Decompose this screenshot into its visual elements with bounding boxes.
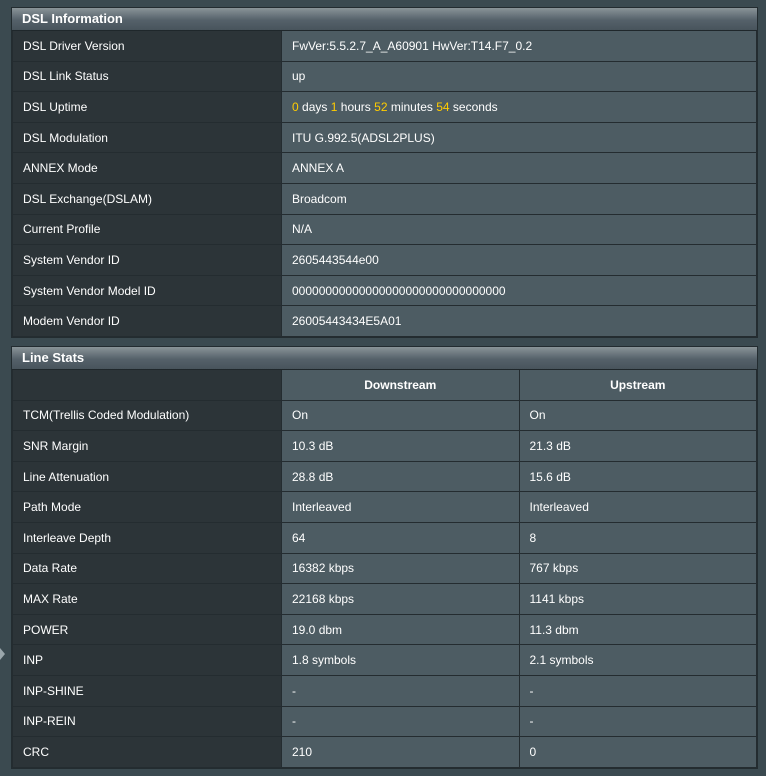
stat-downstream-value: On xyxy=(281,399,520,432)
table-row: MAX Rate 22168 kbps 1141 kbps xyxy=(12,583,757,615)
stat-upstream-value: 767 kbps xyxy=(518,552,757,585)
upstream-column-header: Upstream xyxy=(518,370,757,401)
downstream-column-header: Downstream xyxy=(281,370,520,401)
uptime-label: DSL Uptime xyxy=(12,91,282,123)
table-row: DSL Driver Version FwVer:5.5.2.7_A_A6090… xyxy=(12,31,757,62)
table-row: CRC 210 0 xyxy=(12,736,757,768)
stat-downstream-value: 28.8 dB xyxy=(281,460,520,493)
stat-label: INP-REIN xyxy=(12,705,282,738)
stat-downstream-value: - xyxy=(281,674,520,707)
modem-vendor-id-label: Modem Vendor ID xyxy=(12,305,282,337)
stat-upstream-value: 2.1 symbols xyxy=(518,644,757,676)
table-row: INP-REIN - - xyxy=(12,705,757,738)
stat-upstream-value: 11.3 dbm xyxy=(518,613,757,646)
exchange-value: Broadcom xyxy=(281,182,757,215)
stat-downstream-value: 16382 kbps xyxy=(281,552,520,585)
uptime-seconds-unit: seconds xyxy=(452,99,498,114)
stat-upstream-value: 15.6 dB xyxy=(518,460,757,493)
stat-downstream-value: - xyxy=(281,705,520,738)
stat-label: INP xyxy=(12,644,282,676)
table-row: INP 1.8 symbols 2.1 symbols xyxy=(12,644,757,676)
stat-upstream-value: 1141 kbps xyxy=(518,583,757,615)
dsl-information-panel: DSL Information DSL Driver Version FwVer… xyxy=(11,7,758,338)
modem-vendor-id-value: 26005443434E5A01 xyxy=(281,305,757,337)
stat-downstream-value: Interleaved xyxy=(281,491,520,523)
table-row: INP-SHINE - - xyxy=(12,674,757,707)
table-row: DSL Exchange(DSLAM) Broadcom xyxy=(12,182,757,215)
stat-label: MAX Rate xyxy=(12,583,282,615)
stat-label: Data Rate xyxy=(12,552,282,585)
table-row: Modem Vendor ID 26005443434E5A01 xyxy=(12,305,757,337)
stat-label: SNR Margin xyxy=(12,430,282,462)
table-row: POWER 19.0 dbm 11.3 dbm xyxy=(12,613,757,646)
table-row: ANNEX Mode ANNEX A xyxy=(12,152,757,184)
table-row: DSL Uptime 0 days 1 hours 52 minutes 54 … xyxy=(12,91,757,123)
system-vendor-id-value: 2605443544e00 xyxy=(281,244,757,276)
modulation-value: ITU G.992.5(ADSL2PLUS) xyxy=(281,121,757,154)
stat-downstream-value: 22168 kbps xyxy=(281,583,520,615)
system-vendor-id-label: System Vendor ID xyxy=(12,244,282,276)
uptime-days-unit: days xyxy=(302,99,328,114)
uptime-hours: 1 xyxy=(330,99,338,114)
current-profile-value: N/A xyxy=(281,213,757,246)
driver-version-label: DSL Driver Version xyxy=(12,31,282,62)
uptime-hours-unit: hours xyxy=(340,99,371,114)
stat-downstream-value: 1.8 symbols xyxy=(281,644,520,676)
stat-downstream-value: 64 xyxy=(281,521,520,554)
table-row: DSL Link Status up xyxy=(12,60,757,93)
stat-label: INP-SHINE xyxy=(12,674,282,707)
system-vendor-model-id-value: 00000000000000000000000000000000 xyxy=(281,274,757,307)
link-status-value: up xyxy=(281,60,757,93)
system-vendor-model-id-label: System Vendor Model ID xyxy=(12,274,282,307)
uptime-value: 0 days 1 hours 52 minutes 54 seconds xyxy=(281,91,757,123)
annex-mode-label: ANNEX Mode xyxy=(12,152,282,184)
uptime-minutes-unit: minutes xyxy=(390,99,433,114)
stat-label: CRC xyxy=(12,736,282,768)
stat-label: Interleave Depth xyxy=(12,521,282,554)
stat-upstream-value: 0 xyxy=(518,736,757,768)
uptime-minutes: 52 xyxy=(374,99,388,114)
link-status-label: DSL Link Status xyxy=(12,60,282,93)
table-row: Current Profile N/A xyxy=(12,213,757,246)
stat-upstream-value: Interleaved xyxy=(518,491,757,523)
line-stats-panel: Line Stats Downstream Upstream TCM(Trell… xyxy=(11,346,758,769)
dsl-information-table: DSL Driver Version FwVer:5.5.2.7_A_A6090… xyxy=(12,31,757,337)
uptime-seconds: 54 xyxy=(436,99,450,114)
annex-mode-value: ANNEX A xyxy=(281,152,757,184)
table-header-row: Downstream Upstream xyxy=(12,370,757,401)
caret-right-icon xyxy=(0,648,5,660)
header-corner-cell xyxy=(12,370,282,401)
table-row: System Vendor Model ID 00000000000000000… xyxy=(12,274,757,307)
exchange-label: DSL Exchange(DSLAM) xyxy=(12,182,282,215)
table-row: TCM(Trellis Coded Modulation) On On xyxy=(12,399,757,432)
stat-label: Path Mode xyxy=(12,491,282,523)
table-row: System Vendor ID 2605443544e00 xyxy=(12,244,757,276)
table-row: DSL Modulation ITU G.992.5(ADSL2PLUS) xyxy=(12,121,757,154)
stat-downstream-value: 19.0 dbm xyxy=(281,613,520,646)
table-row: Line Attenuation 28.8 dB 15.6 dB xyxy=(12,460,757,493)
line-stats-table: Downstream Upstream TCM(Trellis Coded Mo… xyxy=(12,370,757,768)
table-row: Data Rate 16382 kbps 767 kbps xyxy=(12,552,757,585)
table-row: Path Mode Interleaved Interleaved xyxy=(12,491,757,523)
stat-upstream-value: - xyxy=(518,705,757,738)
line-stats-header: Line Stats xyxy=(12,347,757,370)
stat-downstream-value: 210 xyxy=(281,736,520,768)
stat-upstream-value: - xyxy=(518,674,757,707)
driver-version-value: FwVer:5.5.2.7_A_A60901 HwVer:T14.F7_0.2 xyxy=(281,31,757,62)
current-profile-label: Current Profile xyxy=(12,213,282,246)
dsl-information-header: DSL Information xyxy=(12,8,757,31)
uptime-days: 0 xyxy=(292,99,299,114)
table-row: SNR Margin 10.3 dB 21.3 dB xyxy=(12,430,757,462)
stat-upstream-value: 21.3 dB xyxy=(518,430,757,462)
stat-label: Line Attenuation xyxy=(12,460,282,493)
stat-downstream-value: 10.3 dB xyxy=(281,430,520,462)
stat-upstream-value: On xyxy=(518,399,757,432)
stat-label: POWER xyxy=(12,613,282,646)
stat-label: TCM(Trellis Coded Modulation) xyxy=(12,399,282,432)
stat-upstream-value: 8 xyxy=(518,521,757,554)
modulation-label: DSL Modulation xyxy=(12,121,282,154)
table-row: Interleave Depth 64 8 xyxy=(12,521,757,554)
